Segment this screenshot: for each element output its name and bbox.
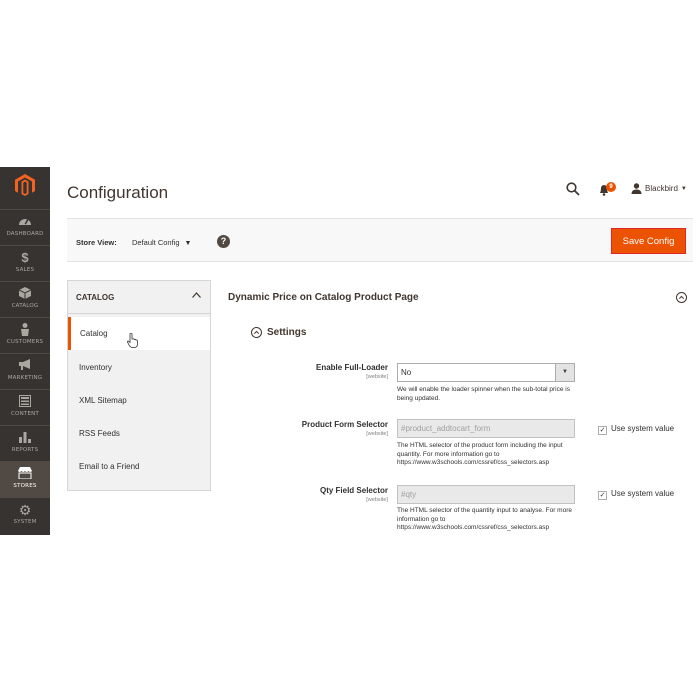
use-system-value-checkbox[interactable]: ✓ Use system value (598, 489, 678, 500)
nav-content[interactable]: CONTENT (0, 389, 50, 425)
person-icon (18, 323, 32, 337)
search-icon[interactable] (566, 182, 582, 198)
nav-dashboard-label: DASHBOARD (6, 231, 44, 237)
field-label-product-form-selector: Product Form Selector (301, 420, 388, 429)
store-view-bar: Store View: Default Config ▼ ? Save Confi… (67, 218, 693, 262)
gear-icon: ⚙ (18, 502, 32, 518)
nav-catalog[interactable]: CATALOG (0, 281, 50, 317)
nav-customers-label: CUSTOMERS (6, 339, 44, 345)
tab-group-label: CATALOG (76, 293, 115, 302)
page-title: Configuration (67, 183, 169, 202)
collapse-circle-icon (251, 327, 262, 338)
use-system-label: Use system value (611, 424, 675, 433)
field-note: We will enable the loader spinner when t… (397, 386, 570, 402)
field-scope: [website] (366, 431, 388, 437)
select-value: No (401, 368, 412, 377)
nav-catalog-label: CATALOG (11, 303, 39, 309)
nav-sales-label: SALES (15, 267, 35, 273)
nav-dashboard[interactable]: DASHBOARD (0, 209, 50, 245)
nav-customers[interactable]: CUSTOMERS (0, 317, 50, 353)
notification-count-badge[interactable]: 9 (606, 182, 616, 192)
section-collapse-icon[interactable] (676, 292, 687, 303)
enable-full-loader-select[interactable]: No ▼ (397, 363, 575, 382)
caret-down-icon: ▼ (184, 240, 192, 247)
nav-marketing-label: MARKETING (7, 375, 43, 381)
nav-marketing[interactable]: MARKETING (0, 353, 50, 389)
nav-sales[interactable]: $ SALES (0, 245, 50, 281)
tab-label: Inventory (79, 363, 112, 372)
store-view-label: Store View: (76, 238, 117, 247)
dashboard-icon (18, 215, 32, 229)
chevron-up-icon (192, 290, 201, 300)
chevron-down-icon: ▼ (680, 185, 687, 192)
nav-reports[interactable]: REPORTS (0, 425, 50, 461)
tab-xml-sitemap[interactable]: XML Sitemap (68, 384, 210, 417)
checkbox-checked-icon[interactable]: ✓ (598, 491, 607, 500)
tab-label: RSS Feeds (79, 429, 120, 438)
tab-inventory[interactable]: Inventory (68, 351, 210, 384)
store-view-value: Default Config (132, 238, 180, 247)
field-label-qty-field-selector: Qty Field Selector (319, 486, 388, 495)
magento-logo[interactable] (0, 167, 50, 203)
nav-stores[interactable]: STORES (0, 461, 50, 497)
product-form-selector-input[interactable]: #product_addtocart_form (397, 419, 575, 438)
user-account-menu[interactable]: Blackbird ▼ (631, 183, 687, 194)
user-name: Blackbird (645, 184, 678, 193)
tab-label: XML Sitemap (79, 396, 127, 405)
tab-rss-feeds[interactable]: RSS Feeds (68, 417, 210, 450)
store-view-switcher[interactable]: Default Config ▼ (132, 238, 191, 247)
nav-content-label: CONTENT (11, 411, 39, 417)
config-tabs: CATALOG Catalog Inventory XML Sitemap RS… (67, 280, 211, 491)
save-config-button[interactable]: Save Config (611, 228, 686, 254)
admin-sidebar: DASHBOARD $ SALES CATALOG CUSTOMERS MARK… (0, 167, 50, 535)
mouse-pointer-hand-icon (127, 332, 139, 351)
field-scope: [website] (366, 374, 388, 380)
tab-label: Catalog (80, 329, 108, 338)
megaphone-icon (18, 359, 32, 373)
tab-label: Email to a Friend (79, 462, 140, 471)
tab-group-catalog[interactable]: CATALOG (68, 281, 210, 314)
bar-chart-icon (18, 431, 32, 445)
field-note: The HTML selector of the product form in… (397, 442, 563, 466)
store-icon (18, 467, 32, 481)
field-note: The HTML selector of the quantity input … (397, 507, 572, 531)
select-arrow-icon: ▼ (555, 364, 574, 381)
settings-group-header[interactable]: Settings (251, 327, 306, 338)
use-system-label: Use system value (611, 489, 675, 498)
nav-system[interactable]: ⚙ SYSTEM (0, 497, 50, 533)
field-label-enable-full-loader: Enable Full-Loader (315, 363, 388, 372)
qty-field-selector-input[interactable]: #qty (397, 485, 575, 504)
magento-logo-icon (15, 174, 35, 196)
dollar-icon: $ (21, 250, 29, 265)
tab-catalog[interactable]: Catalog (68, 317, 210, 350)
settings-group-title: Settings (267, 327, 307, 338)
input-placeholder: #product_addtocart_form (401, 424, 491, 433)
user-icon (631, 183, 642, 194)
nav-reports-label: REPORTS (11, 447, 39, 453)
input-placeholder: #qty (401, 490, 417, 499)
nav-stores-label: STORES (13, 483, 37, 489)
nav-system-label: SYSTEM (13, 519, 37, 525)
use-system-value-checkbox[interactable]: ✓ Use system value (598, 424, 678, 435)
checkbox-checked-icon[interactable]: ✓ (598, 426, 607, 435)
tab-email-to-a-friend[interactable]: Email to a Friend (68, 450, 210, 483)
help-icon[interactable]: ? (217, 235, 230, 248)
box-icon (18, 287, 32, 301)
layout-icon (18, 395, 32, 409)
section-title[interactable]: Dynamic Price on Catalog Product Page (228, 292, 419, 303)
field-scope: [website] (366, 497, 388, 503)
